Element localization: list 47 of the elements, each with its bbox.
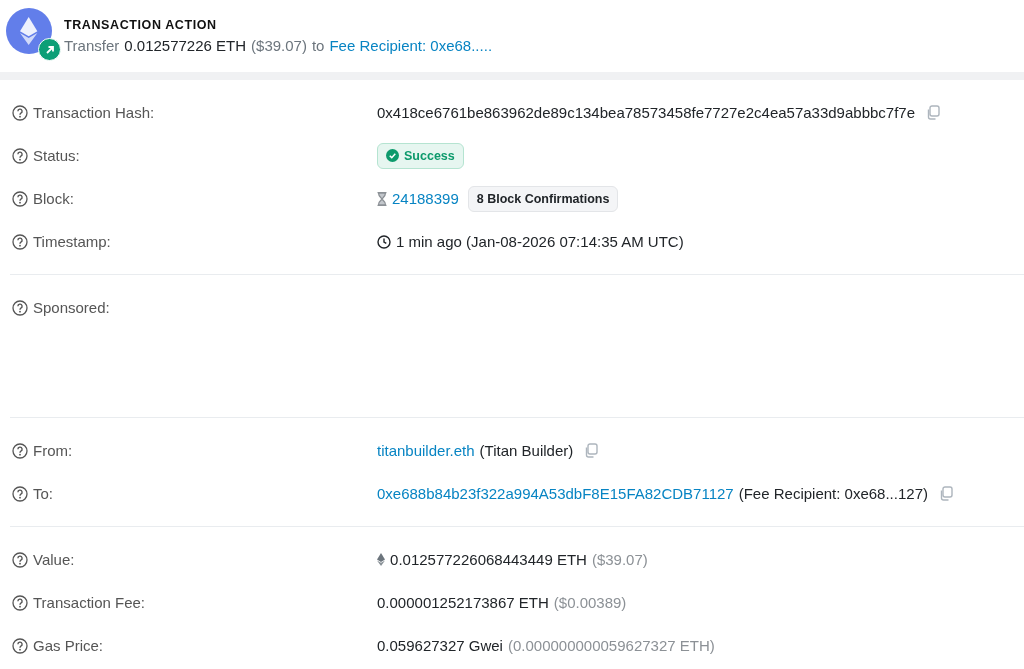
field-label: Sponsored: [33, 299, 110, 316]
value-text: 0.000001252173867 ETH [377, 594, 549, 611]
help-icon[interactable] [12, 233, 28, 250]
value-text: 0.012577226068443449 ETH [390, 551, 587, 568]
help-icon[interactable] [12, 190, 28, 207]
status-badge: Success [377, 142, 464, 169]
connector-text: to [311, 37, 325, 54]
usd-value: ($39.07) [251, 37, 307, 54]
value-text: ($0.00389) [553, 594, 627, 611]
field-label: Transaction Hash: [33, 104, 155, 121]
field-label: From: [33, 442, 73, 459]
help-icon[interactable] [12, 485, 28, 502]
value-link[interactable]: 24188399 [392, 190, 459, 207]
value-text: (Fee Recipient: 0xe68...127) [738, 485, 928, 502]
hourglass-icon [377, 191, 387, 206]
help-icon[interactable] [12, 551, 28, 568]
field-label: Gas Price: [33, 637, 104, 654]
clock-icon [377, 234, 391, 249]
value-text: ($39.07) [591, 551, 648, 568]
help-icon[interactable] [12, 594, 28, 611]
value-text: 0x418ce6761be863962de89c134bea78573458fe7727e2c4ea57a33d9abbbc7f7e [377, 104, 916, 121]
ethereum-diamond-icon [20, 17, 38, 45]
value-text: (Titan Builder) [479, 442, 574, 459]
field-label: Status: [33, 147, 80, 164]
arrow-icon [44, 44, 55, 55]
field-label: Block: [33, 190, 74, 207]
recipient-link[interactable]: Fee Recipient: 0xe68..... [329, 37, 493, 54]
field-label: Timestamp: [33, 233, 111, 250]
value-link[interactable]: titanbuilder.eth [377, 442, 475, 459]
field-label: To: [33, 485, 53, 502]
help-icon[interactable] [12, 442, 28, 459]
value-text: 1 min ago (Jan-08-2026 07:14:35 AM UTC) [396, 233, 684, 250]
help-icon[interactable] [12, 299, 28, 316]
section-title: TRANSACTION ACTION [64, 18, 218, 32]
check-circle-icon [386, 149, 399, 162]
help-icon[interactable] [12, 104, 28, 121]
field-label: Value: [33, 551, 75, 568]
amount-text: 0.012577226 ETH [124, 37, 247, 54]
help-icon[interactable] [12, 147, 28, 164]
field-label: Transaction Fee: [33, 594, 145, 611]
value-link[interactable]: 0xe688b84b23f322a994A53dbF8E15FA82CDB71127 [377, 485, 734, 502]
value-text: (0.000000000059627327 ETH) [507, 637, 715, 654]
confirmations-badge: 8 Block Confirmations [467, 185, 619, 212]
value-text: 0.059627327 Gwei [377, 637, 503, 654]
ethereum-icon [377, 553, 386, 566]
help-icon[interactable] [12, 637, 28, 654]
action-verb: Transfer [64, 37, 120, 54]
